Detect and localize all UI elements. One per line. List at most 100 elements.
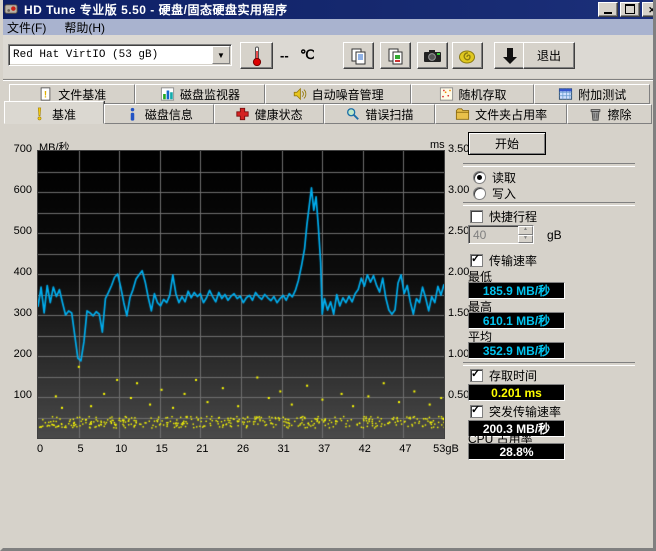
tab-random-access[interactable]: 随机存取 (411, 84, 535, 104)
tab-label: 错误扫描 (365, 106, 413, 123)
short-stroke-row[interactable]: 快捷行程 (470, 208, 537, 225)
tab-extra-tests[interactable]: 附加测试 (534, 84, 650, 104)
cpu-value-box: 28.8% (468, 443, 565, 460)
folder-icon (455, 107, 470, 121)
access-time-label: 存取时间 (489, 367, 537, 384)
app-icon (4, 2, 19, 17)
avg-value-box: 352.9 MB/秒 (468, 342, 565, 359)
tab-folder-usage[interactable]: 文件夹占用率 (435, 104, 567, 124)
capacity-spinner[interactable]: 40 ▲▼ (468, 225, 534, 244)
toolbar-divider (0, 79, 656, 81)
x-axis-tick: 0 (20, 443, 60, 455)
write-radio-row[interactable]: 写入 (473, 185, 516, 202)
spin-up-icon[interactable]: ▲ (518, 226, 533, 235)
tab-label: 基准 (52, 106, 76, 123)
min-value-box: 185.9 MB/秒 (468, 282, 565, 299)
separator (463, 163, 635, 167)
start-button[interactable]: 开始 (468, 132, 546, 155)
tab-aam[interactable]: 自动噪音管理 (265, 84, 411, 104)
access-time-value: 0.201 ms (491, 386, 542, 400)
x-axis-tick: 10 (101, 443, 141, 455)
health-cross-icon (235, 107, 250, 121)
copy-text-button[interactable] (343, 42, 374, 69)
tab-disk-info[interactable]: 磁盘信息 (104, 104, 214, 124)
temperature-unit: ℃ (300, 47, 315, 63)
control-panel: 开始 读取 写入 快捷行程 40 ▲▼ gB 传输速率 最低 185.9 MB/… (455, 130, 655, 470)
tab-erase[interactable]: 擦除 (567, 104, 652, 124)
left-axis-tick: 400 (2, 266, 32, 278)
short-stroke-label: 快捷行程 (489, 208, 537, 225)
snail-shell-icon (458, 48, 477, 64)
access-time-row[interactable]: 存取时间 (470, 367, 537, 384)
benchmark-chart-canvas (38, 151, 444, 438)
close-button[interactable]: ✕ (642, 2, 656, 17)
tab-label: 磁盘监视器 (180, 86, 240, 103)
tab-label: 磁盘信息 (145, 106, 193, 123)
x-axis-tick: 42 (345, 443, 385, 455)
arrow-down-icon (502, 47, 518, 65)
benchmark-chart (37, 150, 445, 439)
left-axis-tick: 500 (2, 225, 32, 237)
left-axis-tick: 600 (2, 184, 32, 196)
start-button-label: 开始 (495, 135, 519, 152)
temperature-button[interactable] (240, 42, 273, 69)
max-value-box: 610.1 MB/秒 (468, 312, 565, 329)
tab-benchmark[interactable]: 基准 (4, 101, 104, 124)
tab-row-primary: 基准 磁盘信息 健康状态 错误扫描 文件夹占用率 擦除 (4, 104, 652, 124)
write-radio-label: 写入 (492, 185, 516, 202)
screenshot-button[interactable] (417, 42, 448, 69)
read-radio-row[interactable]: 读取 (473, 169, 516, 186)
transfer-rate-checkbox[interactable] (470, 254, 483, 267)
maximize-icon (625, 4, 635, 14)
tab-label: 随机存取 (459, 86, 507, 103)
maximize-button[interactable] (620, 2, 640, 17)
copy-icon (350, 47, 368, 65)
tab-label: 附加测试 (578, 86, 626, 103)
minimize-button[interactable] (598, 2, 618, 17)
close-icon: ✕ (648, 6, 656, 14)
menu-file[interactable]: 文件(F) (7, 19, 46, 36)
avg-value: 352.9 MB/秒 (483, 342, 550, 359)
hd-tune-window: { "window": { "title": "HD Tune 专业版 5.50… (0, 0, 656, 551)
info-icon (125, 107, 140, 121)
read-radio[interactable] (473, 171, 486, 184)
x-axis-tick: 26 (223, 443, 263, 455)
spin-down-icon[interactable]: ▼ (518, 235, 533, 244)
chevron-down-icon[interactable]: ▼ (212, 46, 230, 64)
aam-button[interactable] (452, 42, 483, 69)
random-access-icon (439, 87, 454, 101)
exit-button[interactable]: 退出 (523, 42, 575, 69)
separator (463, 362, 635, 366)
title-bar: HD Tune 专业版 5.50 - 硬盘/固态硬盘实用程序 ✕ (0, 0, 656, 19)
tab-label: 文件夹占用率 (475, 106, 547, 123)
trash-icon (588, 107, 603, 121)
menu-help[interactable]: 帮助(H) (64, 19, 105, 36)
transfer-rate-row[interactable]: 传输速率 (470, 252, 537, 269)
write-radio[interactable] (473, 187, 486, 200)
temperature-value: -- (280, 48, 289, 63)
camera-icon (423, 48, 442, 64)
capacity-value: 40 (469, 226, 518, 243)
tab-disk-monitor[interactable]: 磁盘监视器 (135, 84, 264, 104)
access-time-checkbox[interactable] (470, 369, 483, 382)
copy-image-button[interactable] (380, 42, 411, 69)
tab-error-scan[interactable]: 错误扫描 (324, 104, 436, 124)
short-stroke-checkbox[interactable] (470, 210, 483, 223)
x-axis-tick: 15 (142, 443, 182, 455)
tab-health[interactable]: 健康状态 (214, 104, 324, 124)
cpu-value: 28.8% (499, 445, 533, 459)
tab-row-secondary: ! 文件基准 磁盘监视器 自动噪音管理 随机存取 附加测试 (9, 84, 650, 104)
drive-select[interactable]: Red Hat VirtIO (53 gB) ▼ (8, 44, 232, 66)
burst-rate-checkbox[interactable] (470, 405, 483, 418)
burst-rate-row[interactable]: 突发传输速率 (470, 403, 561, 420)
access-time-value-box: 0.201 ms (468, 384, 565, 401)
disk-monitor-icon (160, 87, 175, 101)
save-button[interactable] (494, 42, 525, 69)
left-axis-tick: 200 (2, 348, 32, 360)
tab-label: 文件基准 (58, 86, 106, 103)
exit-button-label: 退出 (537, 47, 561, 64)
left-axis-tick: 700 (2, 143, 32, 155)
svg-text:!: ! (44, 90, 47, 101)
x-axis-tick: 5 (61, 443, 101, 455)
minimize-icon (604, 12, 612, 14)
